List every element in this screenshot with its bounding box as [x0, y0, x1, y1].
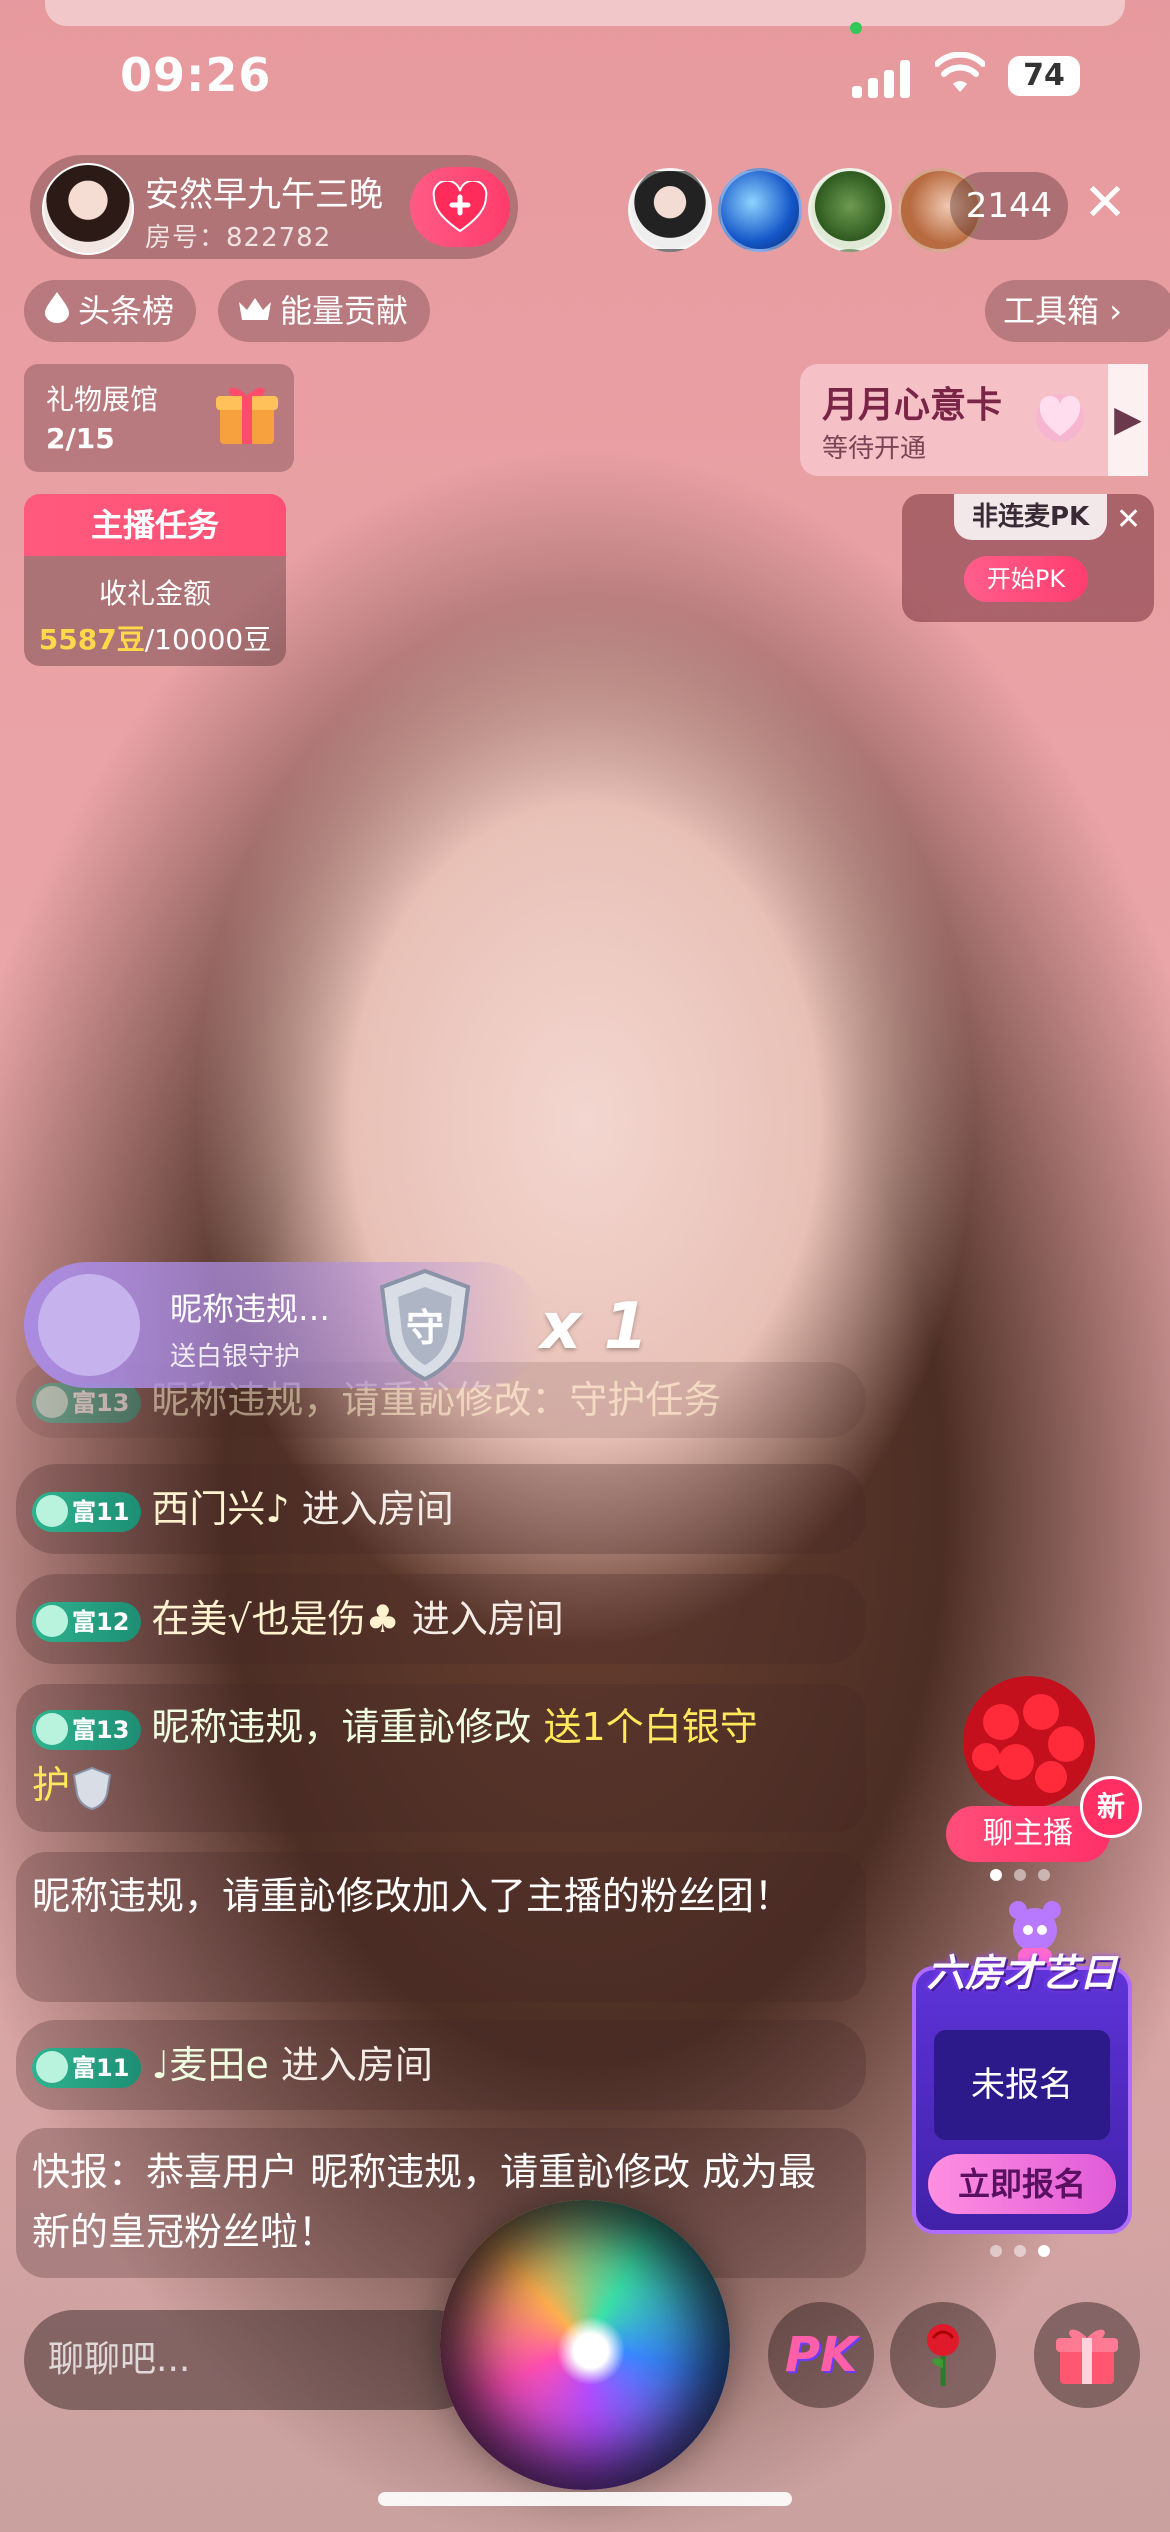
- close-icon[interactable]: ✕: [1080, 177, 1130, 229]
- toolbox-button[interactable]: 工具箱 ›: [985, 280, 1170, 342]
- month-card-title: 月月心意卡: [822, 385, 1003, 426]
- close-icon[interactable]: ✕: [1116, 502, 1141, 537]
- top-bar-indicator: [45, 0, 1125, 26]
- chat-user-name[interactable]: 昵称违规，请重訫修改: [151, 1705, 531, 1749]
- chat-message[interactable]: 富11 ♩麦田e 进入房间: [16, 2020, 866, 2110]
- room-number: 房号：822782: [145, 223, 332, 253]
- privacy-indicator: [850, 22, 862, 34]
- chat-message[interactable]: 富11 西门兴♪ 进入房间: [16, 1464, 866, 1554]
- siri-orb-icon: [440, 2200, 730, 2490]
- wealth-badge: 富12: [32, 1601, 142, 1642]
- gem-heart-icon: [1030, 378, 1090, 448]
- chat-message[interactable]: 富12 在美√也是伤♣ 进入房间: [16, 1574, 866, 1664]
- viewer-count[interactable]: 2144: [950, 172, 1068, 240]
- gift-action: 送白银守护: [170, 1342, 301, 1372]
- chat-action-cont: 护: [32, 1763, 71, 1807]
- chat-user-name[interactable]: ♩麦田e: [151, 2043, 268, 2087]
- pk-card[interactable]: 非连麦PK ✕ 开始PK: [902, 494, 1154, 622]
- month-card-status: 等待开通: [822, 434, 927, 464]
- register-button[interactable]: 立即报名: [928, 2154, 1116, 2214]
- drop-icon: [42, 282, 72, 344]
- chat-action: 进入房间: [280, 2043, 433, 2087]
- chat-user-name[interactable]: 在美√也是伤♣: [151, 1597, 399, 1641]
- chat-action: 送1个白银守: [543, 1705, 758, 1749]
- crown-icon: [236, 282, 274, 344]
- start-pk-button[interactable]: 开始PK: [964, 556, 1088, 602]
- event-status: 未报名: [934, 2030, 1110, 2140]
- wealth-badge: 富11: [32, 2047, 142, 2088]
- gift-hall-title: 礼物展馆: [46, 383, 159, 416]
- carousel-dots: [984, 1866, 1056, 1882]
- host-avatar[interactable]: [42, 163, 134, 255]
- status-time: 09:26: [120, 48, 272, 102]
- rank-button[interactable]: 头条榜: [24, 280, 197, 344]
- host-task-card[interactable]: 主播任务 收礼金额 5587豆/10000豆: [24, 494, 286, 666]
- wealth-badge: 富13: [32, 1709, 142, 1750]
- month-card-arrow-icon[interactable]: ▶: [1108, 364, 1148, 476]
- viewer-avatar[interactable]: [718, 168, 802, 252]
- chevron-right-icon: ›: [1099, 292, 1122, 330]
- task-progress: 5587豆/10000豆: [24, 618, 286, 658]
- event-title: 六房才艺日: [926, 1951, 1117, 1995]
- gift-multiplier: x 1: [540, 1290, 649, 1364]
- new-badge: 新: [1080, 1776, 1142, 1838]
- svg-text:守: 守: [406, 1306, 444, 1350]
- chat-text: 昵称违规，请重訫修改加入了主播的粉丝团！: [32, 1874, 793, 1918]
- chat-message: 昵称违规，请重訫修改加入了主播的粉丝团！: [16, 1852, 866, 2002]
- home-indicator[interactable]: [378, 2492, 792, 2506]
- gift-box-icon: [214, 378, 280, 448]
- host-name: 安然早九午三晚: [145, 175, 383, 215]
- gift-icon[interactable]: [1034, 2302, 1140, 2408]
- viewer-avatar[interactable]: [628, 168, 712, 252]
- energy-button[interactable]: 能量贡献: [218, 280, 431, 344]
- rank-label: 头条榜: [78, 292, 175, 330]
- chat-action: 进入房间: [301, 1487, 454, 1531]
- silver-guard-shield-icon: 守: [370, 1265, 480, 1385]
- chat-message[interactable]: 富13 昵称违规，请重訫修改 送1个白银守护: [16, 1684, 866, 1832]
- task-title: 主播任务: [24, 494, 286, 556]
- viewer-avatar[interactable]: [808, 168, 892, 252]
- chat-text: 快报：恭喜用户 昵称违规，请重訫修改 成为最新的皇冠粉丝啦！: [32, 2150, 817, 2254]
- sender-avatar: [38, 1274, 140, 1376]
- follow-button[interactable]: [410, 167, 510, 247]
- event-card[interactable]: 六房才艺日 未报名 立即报名: [912, 1951, 1132, 2234]
- wifi-icon: [934, 51, 986, 94]
- gift-hall-card[interactable]: 礼物展馆 2/15: [24, 364, 294, 472]
- wealth-badge: 富13: [32, 1382, 142, 1423]
- chat-action: 进入房间: [411, 1597, 564, 1641]
- sender-name: 昵称违规…: [170, 1290, 331, 1328]
- silver-guard-icon: [70, 1766, 114, 1810]
- battery-indicator: 74: [1008, 56, 1080, 96]
- task-current: 5587豆: [38, 623, 145, 656]
- host-card[interactable]: 安然早九午三晚 房号：822782: [30, 155, 518, 259]
- task-target: /10000豆: [144, 623, 272, 656]
- pk-label: PK: [784, 2327, 858, 2383]
- pk-tag: 非连麦PK: [954, 494, 1108, 540]
- pk-button[interactable]: PK: [768, 2302, 874, 2408]
- chat-input[interactable]: 聊聊吧...: [24, 2310, 484, 2410]
- heart-plus-icon: [432, 181, 488, 233]
- toolbox-label: 工具箱: [1003, 292, 1100, 330]
- rose-gift-icon[interactable]: [890, 2302, 996, 2408]
- carousel-dots: [984, 2242, 1056, 2258]
- energy-label: 能量贡献: [280, 292, 409, 330]
- wealth-badge: 富11: [32, 1491, 142, 1532]
- month-card[interactable]: 月月心意卡 等待开通: [800, 364, 1148, 476]
- gift-hall-progress: 2/15: [46, 422, 115, 455]
- chat-message: 快报：恭喜用户 昵称违规，请重訫修改 成为最新的皇冠粉丝啦！: [16, 2128, 866, 2278]
- chat-user-name[interactable]: 西门兴♪: [151, 1487, 289, 1531]
- signal-icon: [852, 58, 914, 98]
- task-subtitle: 收礼金额: [98, 577, 211, 610]
